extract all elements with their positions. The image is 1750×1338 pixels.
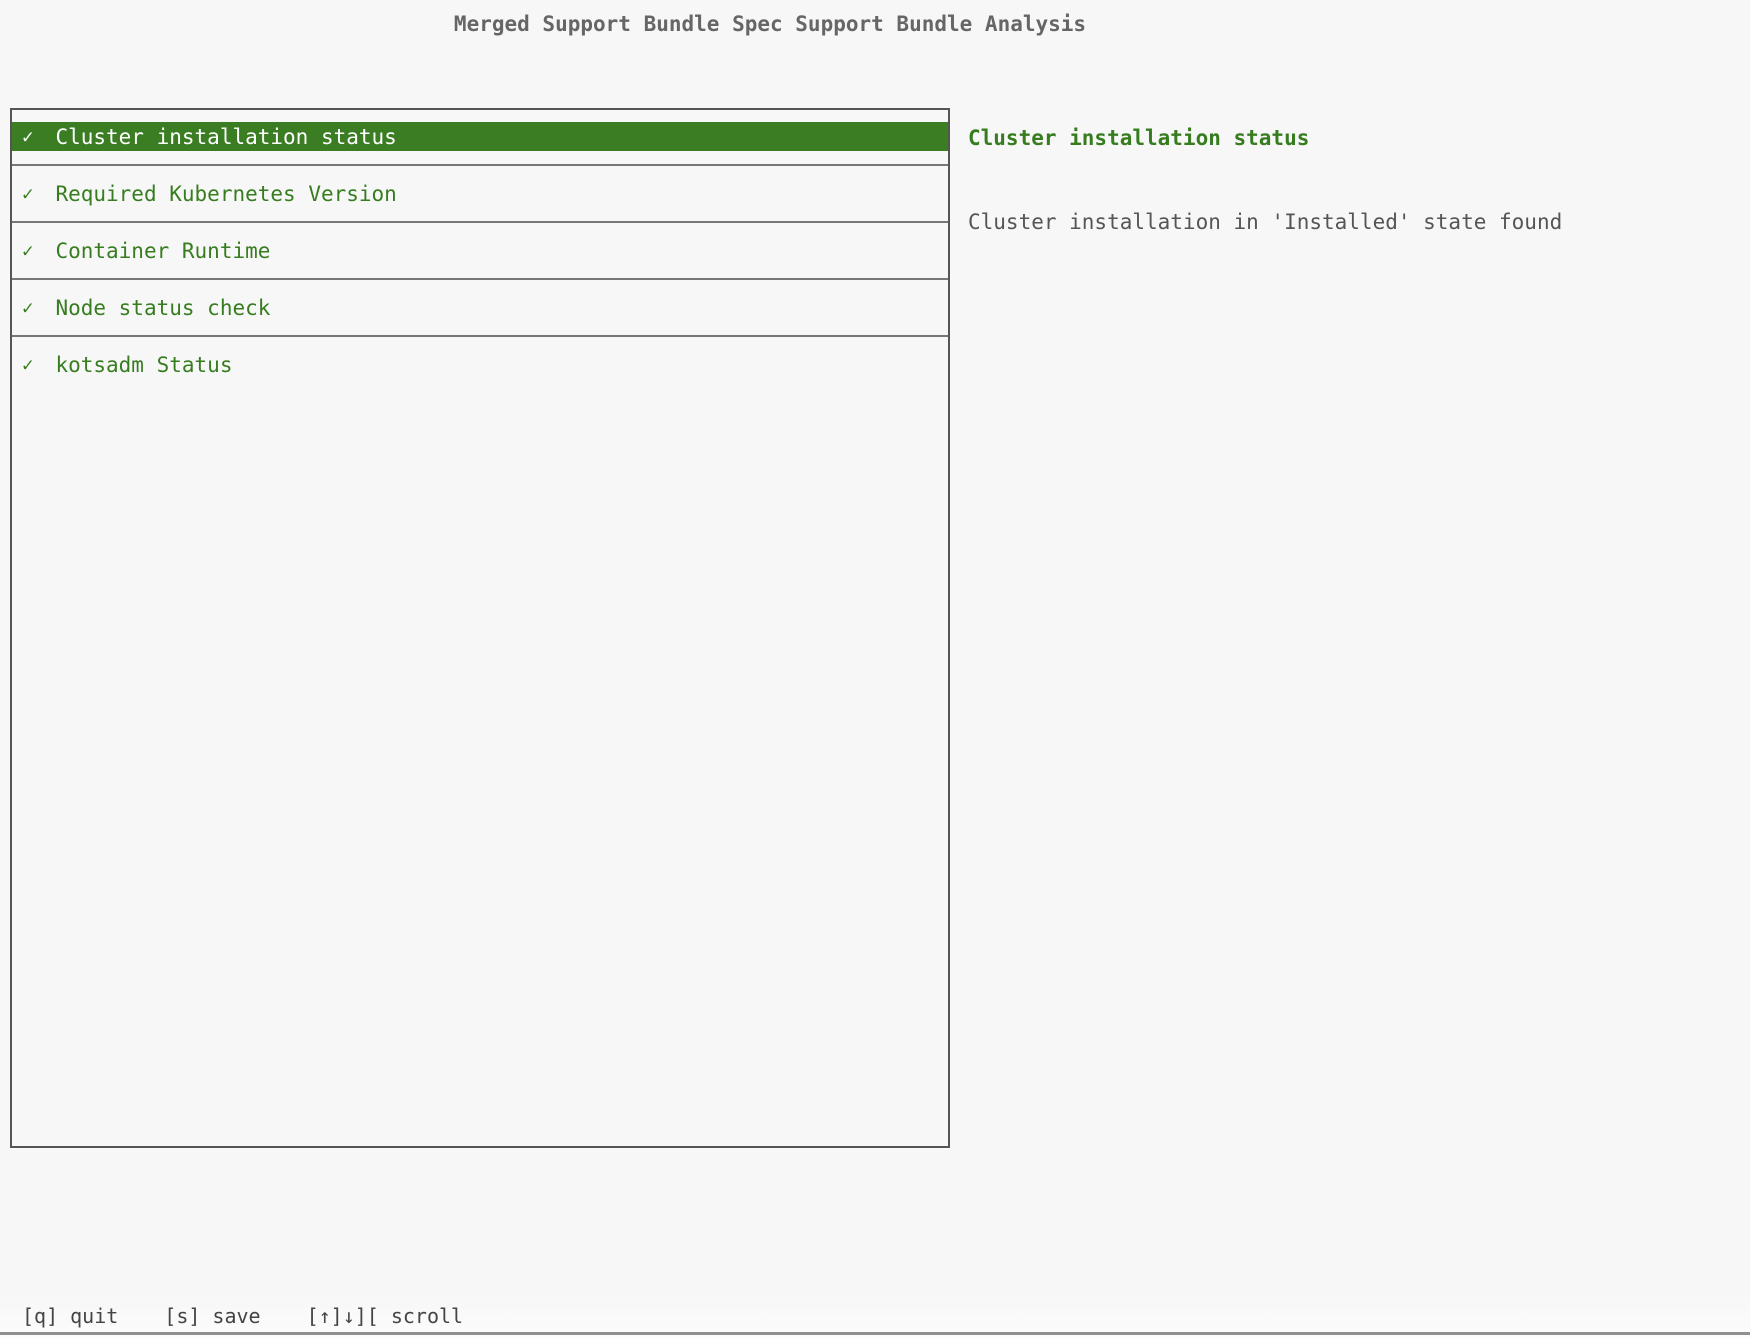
analyzer-item-label: Cluster installation status <box>55 125 396 149</box>
analyzer-list-item-node-status-check[interactable]: ✓ Node status check <box>12 293 948 322</box>
window-bottom-edge <box>0 1332 1750 1335</box>
list-separator <box>12 265 948 293</box>
analyzer-item-label: Node status check <box>55 296 270 320</box>
check-icon: ✓ <box>22 297 33 319</box>
shortcut-scroll-key: [↑]↓][ <box>307 1304 379 1328</box>
analyzer-list-item-required-kubernetes-version[interactable]: ✓ Required Kubernetes Version <box>12 179 948 208</box>
detail-title: Cluster installation status <box>968 126 1309 150</box>
shortcut-save: [s] save <box>164 1304 260 1328</box>
check-icon: ✓ <box>22 183 33 205</box>
analyzer-item-label: Container Runtime <box>55 239 270 263</box>
check-icon: ✓ <box>22 126 33 148</box>
shortcut-save-key: [s] <box>164 1304 200 1328</box>
analyzer-list-panel: ✓ Cluster installation status ✓ Required K… <box>10 108 950 1148</box>
shortcut-quit-label: quit <box>70 1304 118 1328</box>
page-title: Merged Support Bundle Spec Support Bundl… <box>0 12 1540 36</box>
shortcut-quit-key: [q] <box>22 1304 58 1328</box>
detail-message: Cluster installation in 'Installed' stat… <box>968 210 1562 234</box>
shortcut-scroll: [↑]↓][ scroll <box>307 1304 464 1328</box>
list-separator <box>12 322 948 350</box>
analyzer-list: ✓ Cluster installation status ✓ Required K… <box>12 122 948 379</box>
shortcut-scroll-label: scroll <box>391 1304 463 1328</box>
analyzer-list-item-kotsadm-status[interactable]: ✓ kotsadm Status <box>12 350 948 379</box>
analyzer-list-item-cluster-installation-status[interactable]: ✓ Cluster installation status <box>12 122 948 151</box>
check-icon: ✓ <box>22 240 33 262</box>
check-icon: ✓ <box>22 354 33 376</box>
shortcut-save-label: save <box>212 1304 260 1328</box>
analyzer-item-label: kotsadm Status <box>55 353 232 377</box>
shortcut-quit: [q] quit <box>22 1304 118 1328</box>
analyzer-list-item-container-runtime[interactable]: ✓ Container Runtime <box>12 236 948 265</box>
analyzer-item-label: Required Kubernetes Version <box>55 182 396 206</box>
list-separator <box>12 208 948 236</box>
list-separator <box>12 151 948 179</box>
